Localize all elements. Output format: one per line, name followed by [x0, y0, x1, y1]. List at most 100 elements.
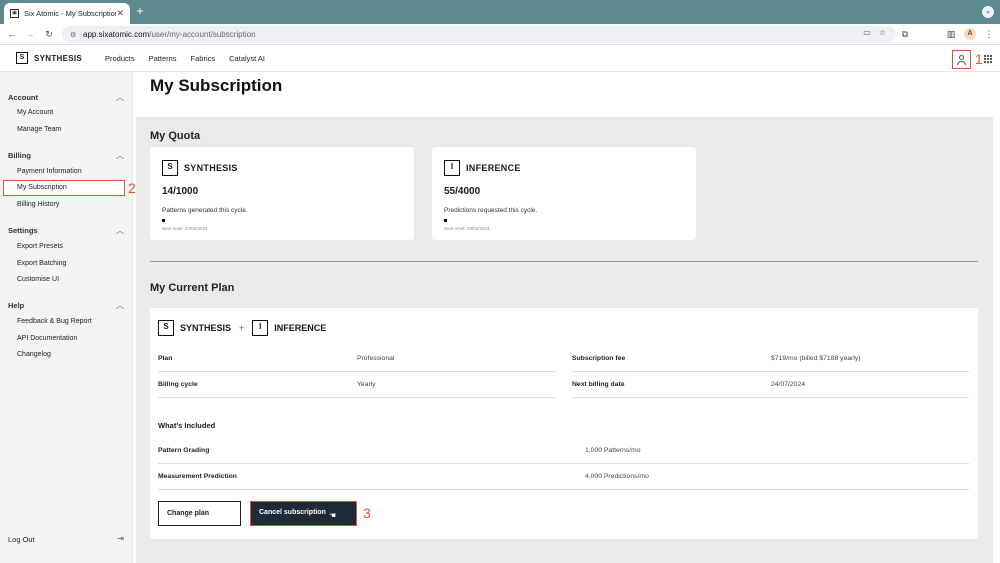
nav-patterns[interactable]: Patterns — [149, 54, 177, 63]
cast-icon[interactable]: ▭ — [863, 28, 871, 37]
chevron-up-icon[interactable]: ︿ — [116, 150, 124, 161]
sidebar-item-manage-team[interactable]: Manage Team — [17, 126, 61, 133]
sidebar-item-changelog[interactable]: Changelog — [17, 351, 51, 358]
tab-search-icon[interactable]: ⌄ — [982, 6, 994, 18]
main-content: My Subscription My Quota S SYNTHESIS 14/1… — [136, 72, 1000, 563]
included-label: Pattern Grading — [158, 447, 210, 454]
whats-included-heading: What’s Included — [158, 421, 216, 430]
sidebar-section-account[interactable]: Account ︿ — [8, 93, 126, 102]
sidebar-item-billing-history[interactable]: Billing History — [17, 201, 59, 208]
included-row: Pattern Grading 1,000 Patterns/mo — [158, 438, 969, 464]
change-plan-button[interactable]: Change plan — [158, 501, 241, 526]
browser-tab-bar: ▣ Six Atomic - My Subscription ✕ + ⌄ — [0, 0, 1000, 24]
fee-label: Subscription fee — [572, 355, 626, 362]
included-row: Measurement Prediction 4,000 Predictions… — [158, 464, 969, 490]
quota-progress-fill — [162, 219, 166, 222]
quota-product-name: INFERENCE — [466, 163, 521, 173]
sidebar-section-billing[interactable]: Billing ︿ — [8, 151, 126, 160]
included-value: 1,000 Patterns/mo — [585, 447, 641, 454]
url-path: /user/my-account/subscription — [149, 30, 256, 39]
plan-row: Plan Professional — [158, 346, 555, 372]
next-billing-value: 24/07/2024 — [771, 381, 806, 388]
sidebar-item-my-account[interactable]: My Account — [17, 109, 53, 116]
nav-fabrics[interactable]: Fabrics — [191, 54, 216, 63]
chevron-up-icon[interactable]: ︿ — [116, 225, 124, 236]
sidebar-item-my-subscription[interactable]: My Subscription — [3, 180, 125, 196]
sidebar-item-api-documentation[interactable]: API Documentation — [17, 335, 77, 342]
quota-description: Patterns generated this cycle. — [162, 207, 248, 214]
next-billing-label: Next billing date — [572, 381, 625, 388]
logo-mark: S — [16, 52, 28, 64]
cancel-subscription-label: Cancel subscription — [259, 509, 326, 516]
quota-reset-date: Next reset: 24/04/2024 — [162, 226, 208, 231]
current-plan-card: S SYNTHESIS + I INFERENCE Plan Professio… — [150, 308, 978, 539]
user-account-button[interactable] — [952, 50, 971, 69]
nav-catalyst-ai[interactable]: Catalyst AI — [229, 54, 265, 63]
billing-cycle-label: Billing cycle — [158, 381, 198, 388]
step-marker-3: 3 — [363, 505, 371, 521]
logo-text: SYNTHESIS — [34, 53, 83, 63]
chevron-up-icon[interactable]: ︿ — [116, 92, 124, 103]
logout-button[interactable]: Log Out ⇥ — [8, 534, 126, 544]
sidebar-item-export-presets[interactable]: Export Presets — [17, 243, 63, 250]
apps-grid-icon[interactable] — [984, 55, 992, 63]
next-billing-row: Next billing date 24/07/2024 — [572, 372, 969, 398]
included-value: 4,000 Predictions/mo — [585, 473, 649, 480]
section-divider — [150, 261, 978, 262]
app-logo[interactable]: S SYNTHESIS — [16, 52, 82, 64]
reload-icon[interactable]: ↻ — [43, 28, 55, 40]
side-panel-icon[interactable]: ▥ — [945, 28, 957, 40]
fee-value: $719/mo (billed $7188 yearly) — [771, 355, 861, 362]
sidebar-section-settings[interactable]: Settings ︿ — [8, 226, 126, 235]
extensions-icon[interactable]: ⧉ — [899, 28, 911, 40]
quota-count: 55/4000 — [444, 186, 481, 197]
app-header: S SYNTHESIS Products Patterns Fabrics Ca… — [0, 46, 1000, 72]
sidebar-item-export-batching[interactable]: Export Batching — [17, 260, 66, 267]
section-title: Settings — [8, 226, 38, 235]
plan-product-inference: INFERENCE — [274, 323, 327, 333]
new-tab-icon[interactable]: + — [133, 4, 147, 18]
quota-progress-bar — [162, 219, 396, 222]
browser-tab[interactable]: ▣ Six Atomic - My Subscription ✕ — [4, 3, 130, 24]
inference-mark: I — [444, 160, 460, 176]
plan-product-synthesis: SYNTHESIS — [180, 323, 232, 333]
quota-card-inference: I INFERENCE 55/4000 Predictions requested… — [432, 147, 696, 240]
chevron-up-icon[interactable]: ︿ — [116, 300, 124, 311]
inference-mark: I — [252, 320, 269, 336]
quota-progress-fill — [444, 219, 448, 222]
subscription-panel: My Quota S SYNTHESIS 14/1000 Patterns gen… — [136, 117, 993, 563]
sidebar-item-customise-ui[interactable]: Customise UI — [17, 276, 59, 283]
bookmark-star-icon[interactable]: ☆ — [879, 28, 886, 37]
quota-reset-date: Next reset: 24/04/2024 — [444, 226, 490, 231]
cancel-subscription-button[interactable]: Cancel subscription ☚ — [250, 501, 357, 526]
logout-label: Log Out — [8, 535, 35, 544]
quota-card-synthesis: S SYNTHESIS 14/1000 Patterns generated th… — [150, 147, 414, 240]
quota-description: Predictions requested this cycle. — [444, 207, 538, 214]
nav-products[interactable]: Products — [105, 54, 135, 63]
tab-title: Six Atomic - My Subscription — [24, 9, 117, 18]
quota-product-name: SYNTHESIS — [184, 163, 238, 173]
plan-label: Plan — [158, 355, 173, 362]
section-title: Help — [8, 301, 25, 310]
sidebar-item-payment-information[interactable]: Payment Information — [17, 168, 82, 175]
site-favicon-icon: ▣ — [10, 9, 19, 18]
plan-products: S SYNTHESIS + I INFERENCE — [158, 320, 326, 336]
section-title: Account — [8, 93, 38, 102]
sidebar-section-help[interactable]: Help ︿ — [8, 301, 126, 310]
synthesis-mark: S — [158, 320, 174, 336]
page-title: My Subscription — [150, 76, 283, 95]
quota-heading: My Quota — [150, 130, 201, 142]
close-tab-icon[interactable]: ✕ — [116, 8, 124, 19]
forward-icon[interactable]: → — [24, 28, 36, 40]
site-info-icon[interactable]: ⚙ — [70, 31, 79, 39]
logout-icon: ⇥ — [117, 534, 124, 543]
browser-toolbar: ← → ↻ ⚙ app.sixatomic.com/user/my-accoun… — [0, 24, 1000, 45]
browser-menu-icon[interactable]: ⋮ — [983, 28, 995, 40]
fee-row: Subscription fee $719/mo (billed $7188 y… — [572, 346, 969, 372]
sidebar-item-feedback[interactable]: Feedback & Bug Report — [17, 318, 92, 325]
quota-count: 14/1000 — [162, 186, 199, 197]
back-icon[interactable]: ← — [6, 28, 18, 40]
address-bar[interactable]: ⚙ app.sixatomic.com/user/my-account/subs… — [62, 26, 896, 43]
sidebar: Account ︿ My Account Manage Team Billing ︿… — [0, 72, 136, 563]
profile-avatar[interactable]: A — [964, 28, 976, 40]
